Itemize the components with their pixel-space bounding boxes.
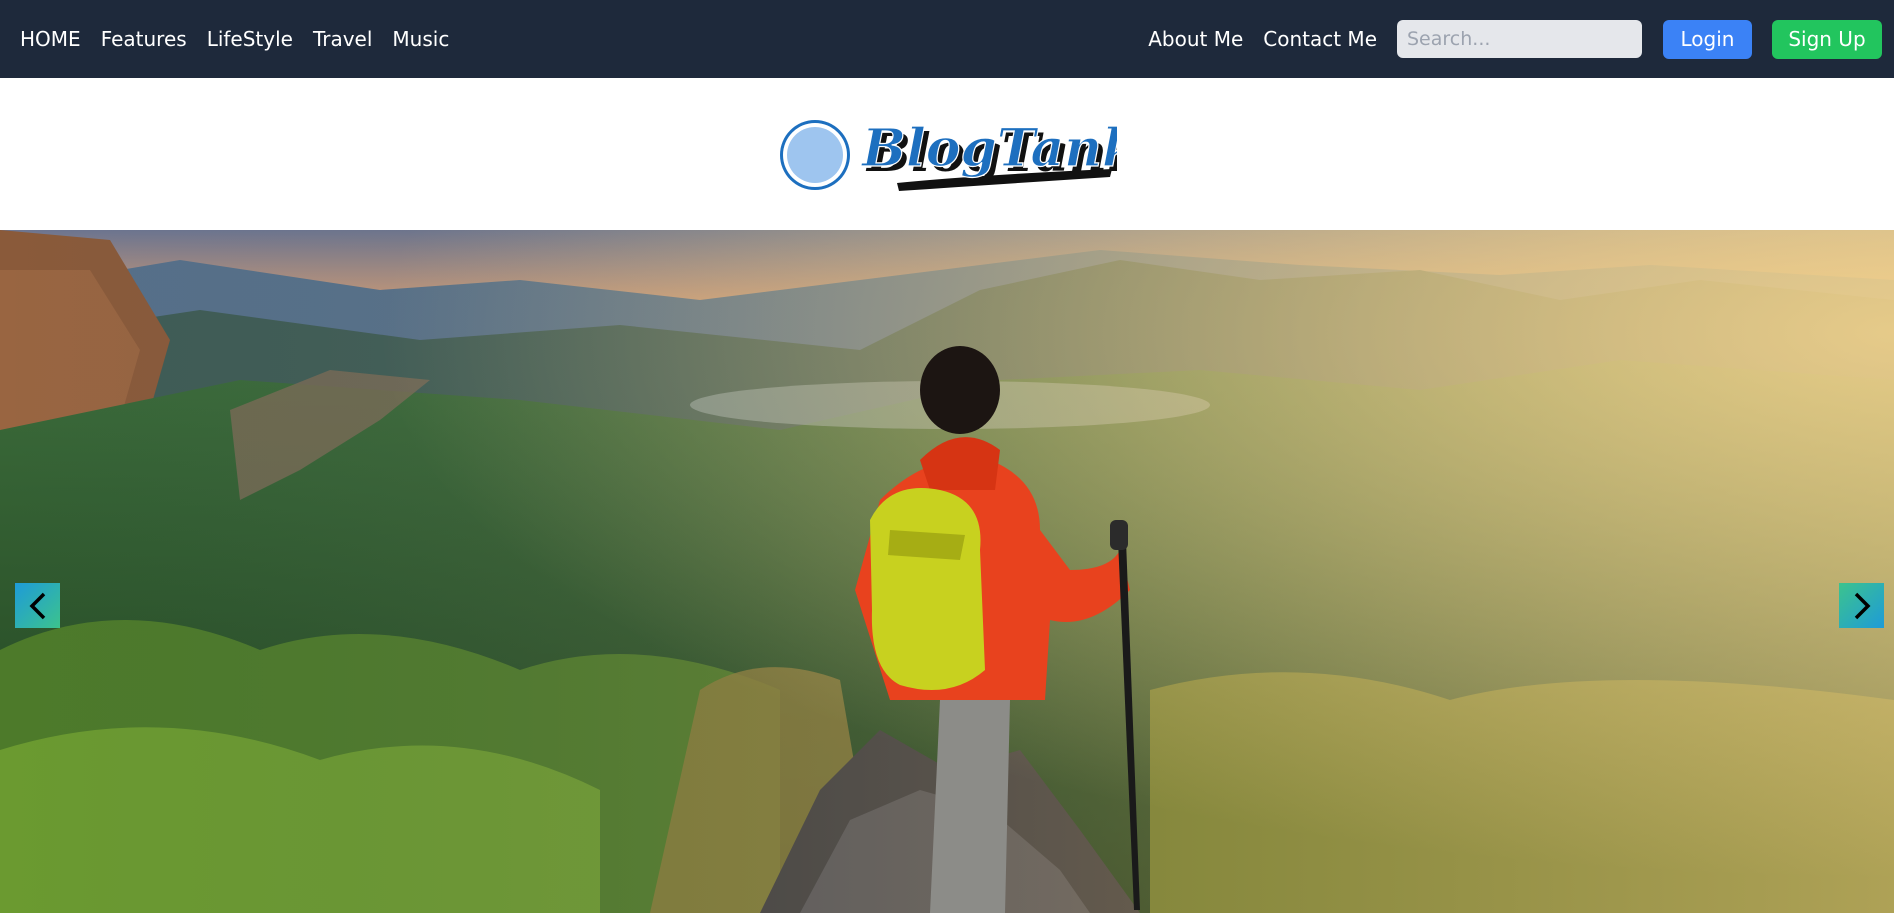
secondary-nav: About Me Contact Me Login Sign Up — [1148, 19, 1882, 59]
login-button[interactable]: Login — [1663, 19, 1752, 59]
nav-link-features[interactable]: Features — [101, 27, 187, 51]
signup-button[interactable]: Sign Up — [1772, 19, 1882, 59]
carousel-prev-button[interactable] — [15, 583, 60, 628]
hero-carousel — [0, 230, 1894, 913]
nav-link-lifestyle[interactable]: LifeStyle — [207, 27, 293, 51]
nav-link-contact[interactable]: Contact Me — [1263, 27, 1377, 51]
nav-link-music[interactable]: Music — [392, 27, 449, 51]
chevron-left-icon — [29, 592, 45, 619]
carousel-next-button[interactable] — [1839, 583, 1884, 628]
logo-wordmark: BlogTank — [860, 118, 1117, 179]
nav-link-travel[interactable]: Travel — [313, 27, 372, 51]
search-input[interactable] — [1397, 20, 1642, 58]
chevron-right-icon — [1854, 592, 1870, 619]
primary-nav: HOME Features LifeStyle Travel Music — [20, 27, 469, 51]
nav-link-home[interactable]: HOME — [20, 27, 81, 51]
circle-logo-icon: BlogTank BlogTank — [780, 117, 1117, 191]
hiker-on-mountain-peak-photo — [0, 230, 1894, 913]
brand-header: BlogTank BlogTank — [0, 78, 1894, 230]
nav-link-about[interactable]: About Me — [1148, 27, 1243, 51]
top-navbar: HOME Features LifeStyle Travel Music Abo… — [0, 0, 1894, 78]
site-logo[interactable]: BlogTank BlogTank — [777, 109, 1117, 199]
